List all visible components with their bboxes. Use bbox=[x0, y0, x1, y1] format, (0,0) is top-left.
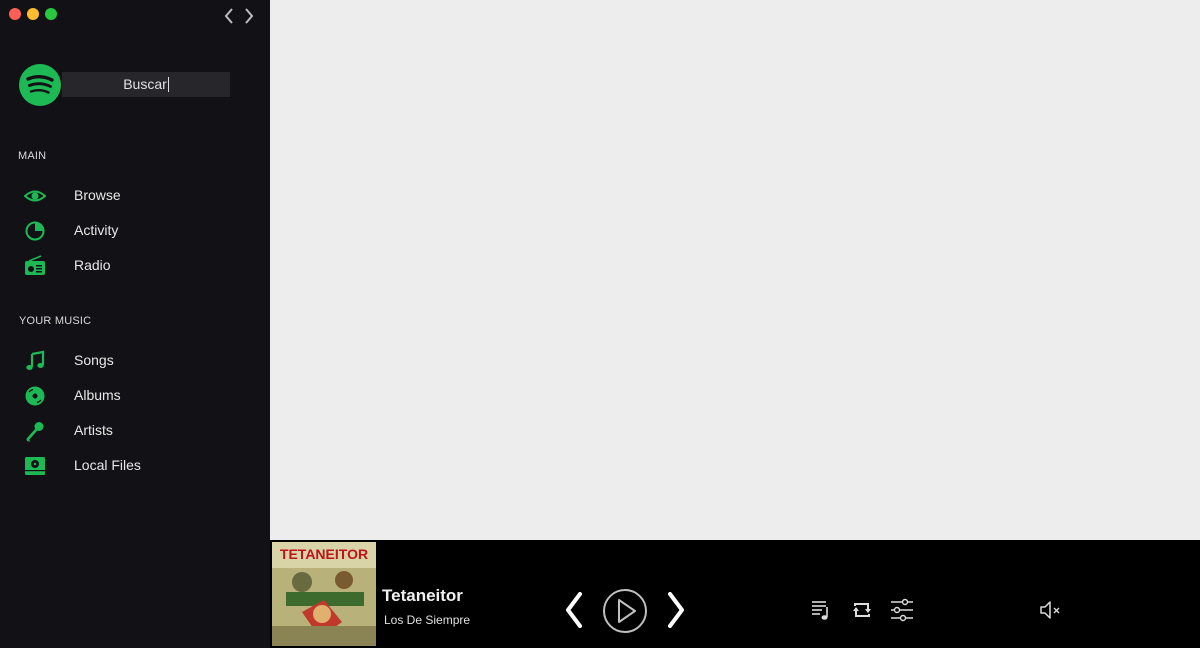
sidebar-item-albums[interactable]: Albums bbox=[0, 381, 270, 411]
close-window-button[interactable] bbox=[9, 8, 21, 20]
album-art-title: TETANEITOR bbox=[280, 546, 368, 562]
section-label-main: MAIN bbox=[18, 150, 47, 162]
track-artist[interactable]: Los De Siempre bbox=[384, 613, 470, 627]
next-track-icon[interactable] bbox=[664, 592, 688, 628]
album-art[interactable]: TETANEITOR bbox=[272, 542, 376, 646]
hard-drive-icon bbox=[25, 457, 45, 475]
music-note-icon bbox=[26, 350, 45, 370]
pie-chart-icon bbox=[25, 221, 45, 241]
history-nav bbox=[222, 6, 256, 26]
repeat-icon[interactable] bbox=[851, 599, 873, 621]
sidebar-item-label: Radio bbox=[74, 257, 111, 273]
microphone-icon bbox=[26, 422, 44, 442]
text-caret bbox=[167, 77, 169, 92]
forward-arrow-icon[interactable] bbox=[242, 6, 256, 26]
sidebar-item-label: Artists bbox=[74, 422, 113, 438]
queue-icon[interactable] bbox=[810, 599, 832, 621]
album-art-image: TETANEITOR bbox=[272, 542, 376, 646]
eye-icon bbox=[24, 190, 46, 202]
track-title[interactable]: Tetaneitor bbox=[382, 586, 463, 606]
sidebar-item-radio[interactable]: Radio bbox=[0, 251, 270, 281]
maximize-window-button[interactable] bbox=[45, 8, 57, 20]
section-label-your-music: YOUR MUSIC bbox=[19, 315, 92, 327]
sidebar-item-browse[interactable]: Browse bbox=[0, 181, 270, 211]
sidebar: Buscar MAIN Browse Activity Radio YOUR M… bbox=[0, 0, 270, 648]
radio-icon bbox=[25, 255, 45, 275]
sidebar-item-label: Albums bbox=[74, 387, 121, 403]
sidebar-item-label: Browse bbox=[74, 187, 121, 203]
play-button[interactable] bbox=[602, 588, 648, 634]
minimize-window-button[interactable] bbox=[27, 8, 39, 20]
window-controls bbox=[9, 8, 57, 20]
spotify-logo-icon[interactable] bbox=[19, 64, 61, 106]
sidebar-item-artists[interactable]: Artists bbox=[0, 416, 270, 446]
main-content-area bbox=[270, 0, 1200, 540]
sidebar-item-label: Songs bbox=[74, 352, 114, 368]
sidebar-item-activity[interactable]: Activity bbox=[0, 216, 270, 246]
previous-track-icon[interactable] bbox=[562, 592, 586, 628]
player-bar: TETANEITOR Tetaneitor Los De Siempre bbox=[270, 540, 1200, 648]
sidebar-item-label: Local Files bbox=[74, 457, 141, 473]
sidebar-item-songs[interactable]: Songs bbox=[0, 346, 270, 376]
sidebar-item-local-files[interactable]: Local Files bbox=[0, 451, 270, 481]
search-input[interactable]: Buscar bbox=[62, 72, 230, 97]
vinyl-disc-icon bbox=[25, 386, 45, 406]
back-arrow-icon[interactable] bbox=[222, 6, 236, 26]
volume-muted-icon[interactable] bbox=[1039, 599, 1063, 621]
sidebar-item-label: Activity bbox=[74, 222, 119, 238]
search-input-value: Buscar bbox=[123, 76, 167, 92]
equalizer-settings-icon[interactable] bbox=[890, 598, 914, 622]
